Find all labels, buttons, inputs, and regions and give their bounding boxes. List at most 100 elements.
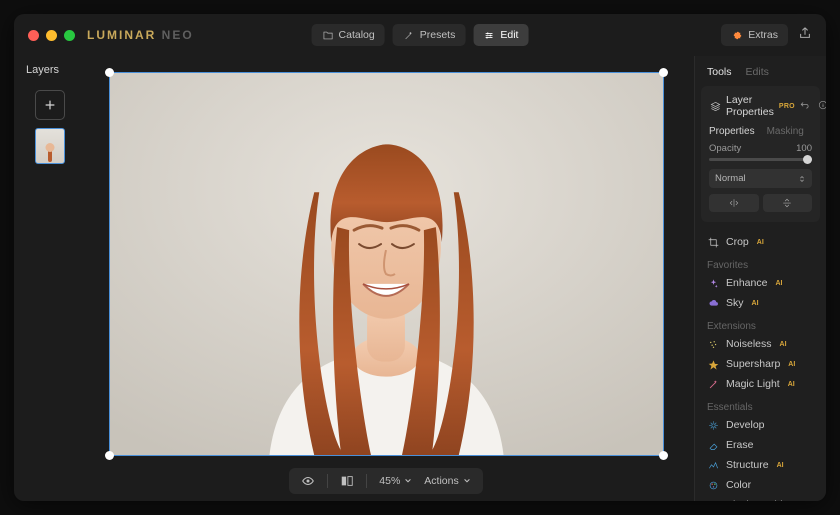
titlebar-right: Extras (721, 24, 812, 46)
window-controls (28, 30, 75, 41)
color-icon (707, 479, 719, 491)
tool-erase-label: Erase (726, 439, 753, 451)
actions-label: Actions (424, 475, 458, 487)
tool-bw-label: Black & White (726, 499, 791, 501)
info-icon[interactable] (818, 100, 826, 113)
visibility-toggle[interactable] (301, 474, 315, 488)
flip-h-icon (728, 198, 740, 208)
compare-icon (340, 474, 354, 488)
ai-badge: AI (777, 462, 784, 469)
add-layer-button[interactable] (35, 90, 65, 120)
flip-v-icon (781, 198, 793, 208)
selection-handle-tl[interactable] (105, 68, 114, 77)
selection-handle-tr[interactable] (659, 68, 668, 77)
presets-button[interactable]: Presets (393, 24, 466, 46)
unfold-icon (798, 175, 806, 183)
tab-tools[interactable]: Tools (707, 66, 732, 78)
ai-badge: AI (780, 341, 787, 348)
magic-icon (707, 378, 719, 390)
tool-color[interactable]: Color (695, 475, 826, 495)
noise-icon (707, 338, 719, 350)
right-panel: Tools Edits Layer Properties PRO Prop (694, 56, 826, 501)
flip-horizontal-button[interactable] (709, 194, 759, 212)
edit-label: Edit (500, 29, 518, 41)
selection-handle-br[interactable] (659, 451, 668, 460)
tool-structure[interactable]: Structure AI (695, 455, 826, 475)
tool-magiclight[interactable]: Magic Light AI (695, 374, 826, 394)
undo-icon[interactable] (800, 100, 810, 113)
puzzle-icon (731, 29, 743, 41)
tab-edits[interactable]: Edits (746, 66, 769, 78)
separator (327, 474, 328, 488)
tool-enhance-label: Enhance (726, 277, 767, 289)
app-window: LUMINAR NEO Catalog Presets Edit (14, 14, 826, 501)
sparkle-icon (707, 277, 719, 289)
right-panel-tabs: Tools Edits (695, 56, 826, 86)
flip-vertical-button[interactable] (763, 194, 813, 212)
opacity-slider[interactable] (709, 158, 812, 161)
tool-color-label: Color (726, 479, 751, 491)
zoom-dropdown[interactable]: 45% (379, 475, 412, 487)
close-window-button[interactable] (28, 30, 39, 41)
sharp-icon (707, 358, 719, 370)
tool-erase[interactable]: Erase (695, 435, 826, 455)
ai-badge: AI (775, 280, 782, 287)
edit-button[interactable]: Edit (473, 24, 528, 46)
compare-toggle[interactable] (340, 474, 354, 488)
canvas-toolbar: 45% Actions (289, 468, 482, 494)
zoom-value: 45% (379, 475, 400, 487)
share-icon[interactable] (798, 26, 812, 45)
canvas-area: 45% Actions (86, 56, 694, 501)
eye-icon (301, 474, 315, 488)
layers-icon (709, 100, 721, 112)
tool-magiclight-label: Magic Light (726, 378, 780, 390)
top-nav: Catalog Presets Edit (312, 24, 529, 46)
tool-structure-label: Structure (726, 459, 769, 471)
maximize-window-button[interactable] (64, 30, 75, 41)
opacity-value: 100 (796, 143, 812, 154)
selection-handle-bl[interactable] (105, 451, 114, 460)
main-body: Layers (14, 56, 826, 501)
tool-sky-label: Sky (726, 297, 744, 309)
ai-badge: AI (757, 239, 764, 246)
tool-supersharp[interactable]: Supersharp AI (695, 354, 826, 374)
blend-mode-value: Normal (715, 173, 746, 184)
eraser-icon (707, 439, 719, 451)
catalog-button[interactable]: Catalog (312, 24, 385, 46)
tool-sky[interactable]: Sky AI (695, 293, 826, 313)
minimize-window-button[interactable] (46, 30, 57, 41)
actions-dropdown[interactable]: Actions (424, 475, 470, 487)
section-favorites: Favorites (695, 252, 826, 273)
subtab-properties[interactable]: Properties (709, 126, 755, 137)
tool-noiseless[interactable]: Noiseless AI (695, 334, 826, 354)
gear-icon (707, 419, 719, 431)
plus-icon (43, 98, 57, 112)
section-essentials: Essentials (695, 394, 826, 415)
subtab-masking[interactable]: Masking (767, 126, 804, 137)
tool-crop-label: Crop (726, 236, 749, 248)
tool-bw[interactable]: Black & White (695, 495, 826, 501)
crop-icon (707, 236, 719, 248)
layer-thumbnail[interactable] (35, 128, 65, 164)
image-content (110, 73, 663, 455)
tool-develop[interactable]: Develop (695, 415, 826, 435)
ai-badge: AI (788, 381, 795, 388)
separator (366, 474, 367, 488)
layer-properties-subtabs: Properties Masking (709, 126, 812, 137)
tool-enhance[interactable]: Enhance AI (695, 273, 826, 293)
extras-button[interactable]: Extras (721, 24, 788, 46)
tool-crop[interactable]: Crop AI (695, 232, 826, 252)
layer-properties-title: Layer Properties (726, 94, 774, 118)
layer-properties-header[interactable]: Layer Properties PRO (709, 94, 812, 118)
ai-badge: AI (788, 361, 795, 368)
canvas[interactable] (109, 72, 664, 456)
app-logo: LUMINAR NEO (87, 28, 194, 42)
titlebar: LUMINAR NEO Catalog Presets Edit (14, 14, 826, 56)
extras-label: Extras (748, 29, 778, 41)
tool-noiseless-label: Noiseless (726, 338, 772, 350)
pro-badge: PRO (779, 103, 795, 110)
blend-mode-select[interactable]: Normal (709, 169, 812, 188)
opacity-label: Opacity (709, 143, 741, 154)
bw-icon (707, 499, 719, 501)
tool-develop-label: Develop (726, 419, 765, 431)
